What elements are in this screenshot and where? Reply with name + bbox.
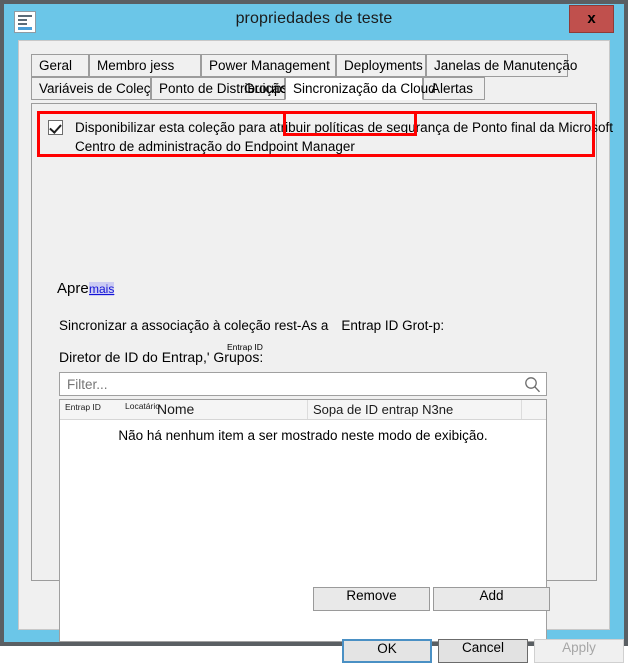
list-empty-message: Não há nenhum item a ser mostrado neste …	[118, 428, 488, 443]
learn-more-overlay-label: mais	[89, 282, 115, 296]
dialog-body: Geral Membro jess Power Management Deplo…	[18, 40, 624, 663]
sync-description-main: Sincronizar a associação à coleção rest-…	[59, 318, 329, 333]
tab-geral[interactable]: Geral	[31, 54, 89, 77]
tab-sincronizacao-da-cloud[interactable]: Sincronização da Cloud	[285, 77, 436, 100]
checkmark-icon	[49, 121, 62, 134]
tab-membro-jess[interactable]: Membro jess	[89, 54, 201, 77]
sync-collection-checkbox-label: Disponibilizar esta coleção para atribui…	[75, 120, 614, 154]
cancel-button[interactable]: Cancel	[438, 639, 528, 663]
window-title: propriedades de teste	[235, 10, 393, 27]
ok-button[interactable]: OK	[342, 639, 432, 663]
remove-button[interactable]: Remove	[313, 587, 430, 611]
groups-field-label-overlay: Entrap ID	[227, 342, 263, 352]
list-header-row: Entrap ID Locatário Nome Sopa de ID entr…	[60, 400, 546, 420]
search-icon[interactable]	[524, 376, 541, 393]
sync-description-text: Sincronizar a associação à coleção rest-…	[59, 318, 444, 333]
column-header-sopa-de-id[interactable]: Sopa de ID entrap N3ne	[308, 400, 522, 419]
tab-janelas-de-manutencao[interactable]: Janelas de Manutenção	[426, 54, 577, 77]
tab-variaveis-de-colecao[interactable]: Variáveis de Coleção	[31, 77, 166, 100]
learn-more-link[interactable]: Aprenda mais	[57, 280, 115, 297]
column-header-spacer[interactable]	[522, 400, 546, 419]
add-button[interactable]: Add	[433, 587, 550, 611]
dialog-window: propriedades de teste x Geral Membro jes…	[0, 0, 628, 663]
tab-deployments[interactable]: Deployments	[336, 54, 426, 77]
close-button[interactable]: x	[569, 5, 614, 33]
title-bar: propriedades de teste x	[4, 4, 624, 40]
column-header-entrap-id: Entrap ID	[65, 402, 101, 412]
sync-collection-checkbox[interactable]	[48, 120, 63, 135]
tab-strip: Geral Membro jess Power Management Deplo…	[31, 54, 597, 104]
sync-description-tail: Entrap ID Grot-p:	[341, 318, 445, 333]
tab-power-management[interactable]: Power Management	[201, 54, 336, 77]
filter-input[interactable]	[65, 376, 509, 393]
filter-box[interactable]	[59, 372, 547, 396]
tab-page-sincronizacao-da-cloud: Disponibilizar esta coleção para atribui…	[31, 103, 613, 642]
apply-button: Apply	[534, 639, 624, 663]
column-header-nome[interactable]: Entrap ID Locatário Nome	[60, 400, 308, 419]
column-header-nome-label: Nome	[157, 401, 195, 417]
column-header-locatario: Locatário	[125, 401, 160, 411]
